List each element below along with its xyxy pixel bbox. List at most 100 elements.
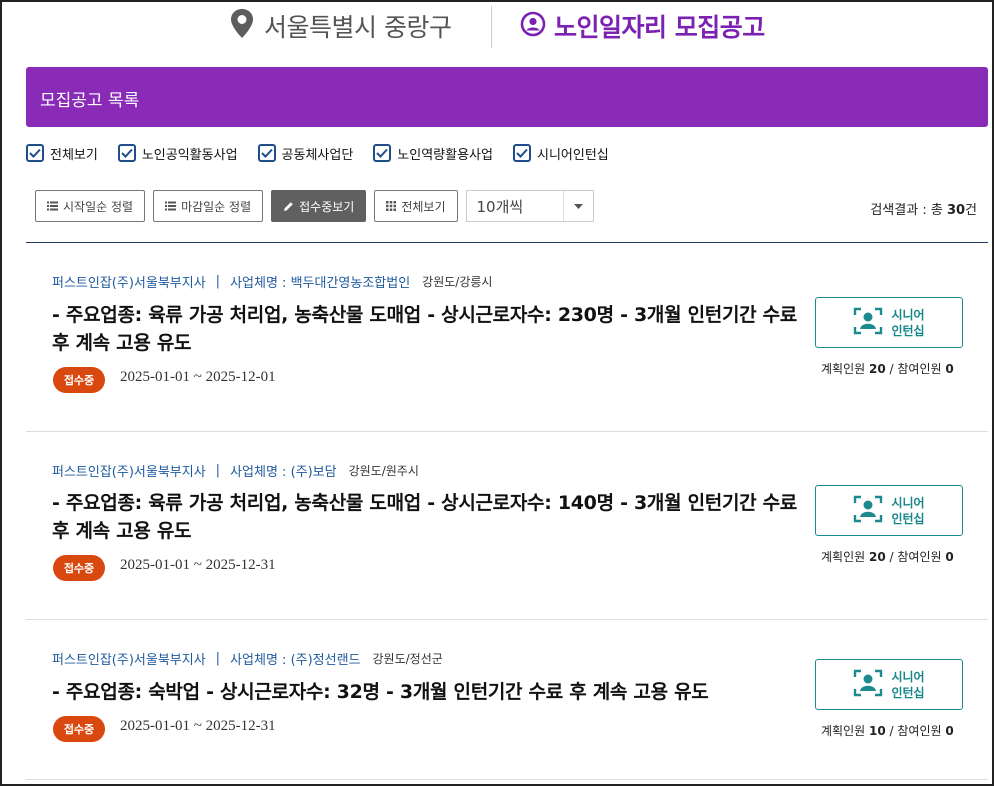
join-label: 참여인원 — [897, 724, 942, 738]
list-icon — [47, 201, 58, 211]
receiving-filter-button[interactable]: 접수중보기 — [271, 190, 367, 222]
status-badge: 접수중 — [53, 716, 105, 742]
filter-public-activity[interactable]: 노인공익활동사업 — [117, 144, 238, 163]
view-all-button[interactable]: 전체보기 — [374, 190, 458, 222]
checkbox[interactable] — [373, 144, 392, 162]
plan-count: 10 — [869, 724, 886, 738]
page-header: 서울특별시 중랑구 노인일자리 모집공고 — [2, 2, 992, 50]
job-posting-item[interactable]: 퍼스트인잡(주)서울북부지사 | 사업체명 : (주)보담 강원도/원주시 - … — [26, 432, 988, 620]
pencil-icon — [283, 201, 294, 212]
posting-title[interactable]: - 주요업종: 육류 가공 처리업, 농축산물 도매업 - 상시근로자수: 14… — [52, 489, 802, 545]
job-posting-item[interactable]: 퍼스트인잡(주)서울북부지사 | 사업체명 : 백두대간영농조합법인 강원도/강… — [26, 243, 988, 432]
agency-name: 퍼스트인잡(주)서울북부지사 — [52, 465, 206, 480]
grid-icon — [386, 201, 397, 211]
intern-line1: 시니어 — [891, 669, 925, 684]
join-label: 참여인원 — [897, 362, 942, 376]
join-count: 0 — [945, 724, 954, 738]
senior-intern-button[interactable]: 시니어 인턴십 — [815, 659, 963, 710]
filter-label: 전체보기 — [50, 147, 98, 163]
join-count: 0 — [945, 550, 954, 564]
agency-name: 퍼스트인잡(주)서울북부지사 — [52, 653, 206, 668]
recruit-period: 2025-01-01 ~ 2025-12-31 — [120, 557, 276, 573]
intern-label: 시니어 인턴십 — [891, 495, 924, 527]
region: 강원도/원주시 — [348, 464, 419, 478]
intern-line1: 시니어 — [891, 307, 925, 322]
sort-end-label: 마감일순 정렬 — [181, 199, 252, 214]
business-label: 사업체명 : — [230, 653, 287, 668]
filter-community[interactable]: 공동체사업단 — [257, 144, 354, 163]
result-prefix: 검색결과 : 총 — [870, 203, 943, 218]
view-all-label: 전체보기 — [401, 199, 446, 214]
business-name: 백두대간영농조합법인 — [290, 276, 411, 291]
filter-label: 시니어인턴십 — [536, 147, 609, 163]
meta-separator: | — [215, 651, 221, 666]
filter-label: 노인역량활용사업 — [397, 147, 493, 163]
check-icon — [29, 148, 41, 158]
plan-label: 계획인원 — [821, 362, 866, 376]
check-icon — [376, 148, 389, 158]
checkbox[interactable] — [26, 144, 44, 162]
recruit-period: 2025-01-01 ~ 2025-12-01 — [120, 369, 276, 385]
intern-line2: 인턴십 — [891, 511, 925, 526]
person-frame-icon — [853, 669, 883, 701]
recruit-period: 2025-01-01 ~ 2025-12-31 — [120, 718, 276, 734]
result-suffix: 건 — [965, 203, 977, 218]
banner-title: 모집공고 목록 — [40, 91, 140, 111]
intern-label: 시니어 인턴십 — [891, 307, 924, 339]
filter-label: 공동체사업단 — [281, 147, 354, 163]
list-icon — [165, 201, 177, 211]
senior-intern-button[interactable]: 시니어 인턴십 — [815, 297, 963, 348]
sort-start-button[interactable]: 시작일순 정렬 — [35, 190, 146, 222]
plan-label: 계획인원 — [821, 724, 866, 738]
header-divider — [491, 6, 492, 48]
region: 강원도/정선군 — [372, 652, 443, 666]
plan-count: 20 — [869, 362, 886, 376]
join-label: 참여인원 — [897, 550, 942, 564]
job-posting-item[interactable]: 퍼스트인잡(주)서울북부지사 | 사업체명 : (주)정선랜드 강원도/정선군 … — [26, 620, 988, 780]
check-icon — [121, 148, 133, 158]
user-circle-icon — [520, 11, 546, 41]
caret-down-icon — [562, 191, 593, 221]
meta-separator: | — [215, 463, 221, 478]
business-label: 사업체명 : — [230, 276, 287, 291]
page-title-text: 노인일자리 모집공고 — [554, 13, 765, 42]
checkbox[interactable] — [117, 144, 136, 162]
region: 강원도/강릉시 — [422, 275, 493, 289]
filter-all[interactable]: 전체보기 — [26, 144, 98, 163]
status-badge: 접수중 — [53, 367, 105, 393]
intern-line2: 인턴십 — [891, 685, 925, 700]
join-count: 0 — [945, 362, 954, 376]
category-filters: 전체보기 노인공익활동사업 공동체사업단 노인역량활용사업 시니어인턴십 — [26, 142, 629, 164]
list-toolbar: 시작일순 정렬 마감일순 정렬 접수중보기 전체보기 10개씩 — [35, 190, 594, 222]
person-frame-icon — [853, 307, 883, 339]
page-size-select[interactable]: 10개씩 — [465, 190, 594, 222]
business-name: (주)정선랜드 — [290, 653, 361, 668]
checkbox[interactable] — [512, 144, 531, 162]
posting-meta: 퍼스트인잡(주)서울북부지사 | 사업체명 : (주)정선랜드 강원도/정선군 — [52, 649, 443, 668]
filter-label: 노인공익활동사업 — [141, 147, 238, 163]
check-icon — [260, 148, 273, 158]
receiving-filter-label: 접수중보기 — [299, 199, 355, 214]
headcount: 계획인원 10 / 참여인원 0 — [821, 724, 954, 738]
person-frame-icon — [853, 495, 883, 527]
page-title: 노인일자리 모집공고 — [520, 8, 765, 44]
sort-end-button[interactable]: 마감일순 정렬 — [153, 190, 264, 222]
filter-senior-intern[interactable]: 시니어인턴십 — [512, 144, 609, 163]
intern-line2: 인턴십 — [891, 323, 925, 338]
location-selector[interactable]: 서울특별시 중랑구 — [228, 8, 452, 44]
posting-title[interactable]: - 주요업종: 숙박업 - 상시근로자수: 32명 - 3개월 인턴기간 수료 … — [52, 678, 802, 706]
check-icon — [516, 148, 528, 158]
plan-label: 계획인원 — [821, 550, 866, 564]
list-banner: 모집공고 목록 — [26, 67, 988, 127]
headcount: 계획인원 20 / 참여인원 0 — [821, 550, 954, 564]
page-size-value: 10개씩 — [476, 197, 524, 216]
filter-capacity[interactable]: 노인역량활용사업 — [373, 144, 493, 163]
plan-count: 20 — [869, 550, 886, 564]
checkbox[interactable] — [257, 144, 276, 162]
posting-title[interactable]: - 주요업종: 육류 가공 처리업, 농축산물 도매업 - 상시근로자수: 23… — [52, 301, 802, 357]
location-label: 서울특별시 중랑구 — [264, 13, 452, 42]
sort-start-label: 시작일순 정렬 — [63, 199, 134, 214]
senior-intern-button[interactable]: 시니어 인턴십 — [815, 485, 963, 536]
posting-meta: 퍼스트인잡(주)서울북부지사 | 사업체명 : 백두대간영농조합법인 강원도/강… — [52, 272, 492, 291]
intern-line1: 시니어 — [891, 495, 925, 510]
